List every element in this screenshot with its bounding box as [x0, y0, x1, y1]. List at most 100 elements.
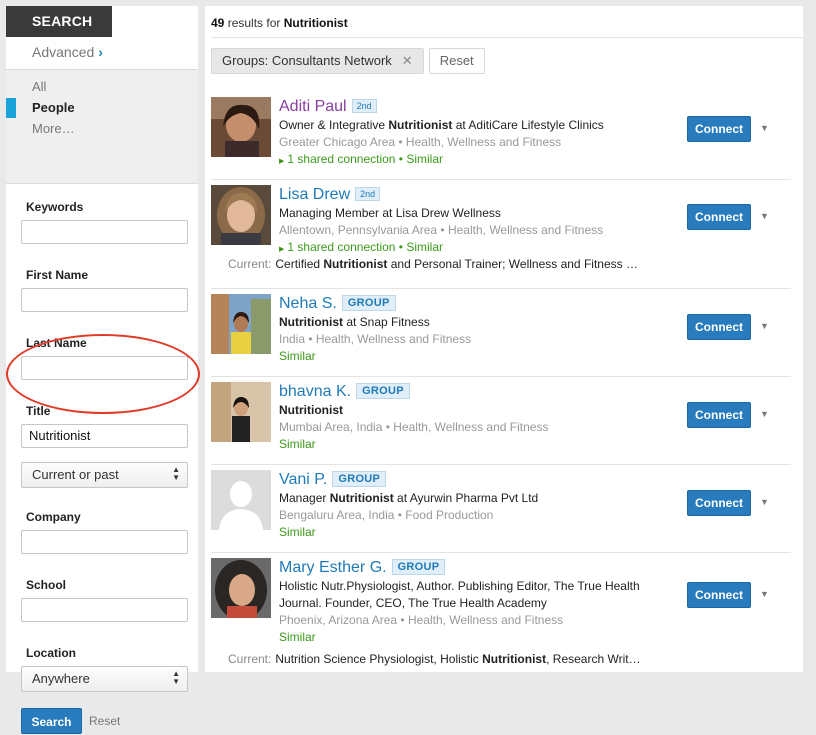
result-info: Vani P. GROUP Manager Nutritionist at Ayu…: [279, 470, 659, 541]
similar-link[interactable]: Similar: [279, 524, 659, 541]
group-badge: GROUP: [391, 559, 446, 575]
location-industry: Phoenix, Arizona Area • Health, Wellness…: [279, 613, 564, 627]
location-industry: Mumbai Area, India • Health, Wellness an…: [279, 420, 549, 434]
similar-link[interactable]: Similar: [279, 348, 659, 365]
location-industry: Greater Chicago Area • Health, Wellness …: [279, 135, 562, 149]
chevron-down-icon[interactable]: ▼: [760, 497, 769, 507]
group-badge: GROUP: [356, 383, 410, 399]
title-highlight-circle: [6, 334, 200, 414]
chevron-down-icon[interactable]: ▼: [760, 123, 769, 133]
headline: Nutritionist: [279, 403, 343, 417]
select-arrows-icon: ▲ ▼: [172, 465, 180, 482]
company-label: Company: [26, 510, 81, 524]
headline-line-2: Journal. Founder, CEO, The True Health A…: [279, 596, 547, 610]
location-label: Location: [26, 646, 76, 660]
chevron-down-icon[interactable]: ▼: [760, 589, 769, 599]
connect-button[interactable]: Connect: [687, 314, 751, 340]
advanced-label: Advanced: [32, 44, 95, 60]
profile-name[interactable]: Mary Esther G.: [279, 559, 387, 576]
degree-badge: 2nd: [351, 99, 377, 113]
result-item: Vani P. GROUP Manager Nutritionist at Ayu…: [211, 470, 791, 553]
category-list: All People More…: [6, 70, 198, 184]
headline: Owner & Integrative Nutritionist at Adit…: [279, 118, 604, 132]
title-scope-value: Current or past: [32, 467, 119, 482]
result-item: Neha S. GROUP Nutritionist at Snap Fitnes…: [211, 294, 791, 377]
active-filters: Groups: Consultants Network ✕ Reset: [211, 48, 485, 74]
profile-photo[interactable]: [211, 185, 271, 245]
result-info: Neha S. GROUP Nutritionist at Snap Fitnes…: [279, 294, 659, 365]
result-item: Aditi Paul 2nd Owner & Integrative Nutrit…: [211, 97, 791, 180]
filter-reset-button[interactable]: Reset: [428, 48, 485, 74]
degree-badge: 2nd: [355, 187, 381, 201]
connect-button[interactable]: Connect: [687, 490, 751, 516]
profile-photo[interactable]: [211, 382, 271, 442]
location-select[interactable]: Anywhere ▲ ▼: [21, 666, 188, 692]
location-value: Anywhere: [32, 671, 90, 686]
result-info: Lisa Drew 2nd Managing Member at Lisa Dre…: [279, 185, 659, 258]
profile-name[interactable]: Vani P.: [279, 471, 327, 488]
headline: Managing Member at Lisa Drew Wellness: [279, 206, 501, 220]
category-all[interactable]: All: [6, 76, 198, 97]
headline-line-1: Holistic Nutr.Physiologist, Author. Publ…: [279, 579, 640, 593]
location-industry: Allentown, Pennsylvania Area • Health, W…: [279, 223, 604, 237]
search-fields: Keywords First Name Last Name Title Nutr…: [6, 184, 198, 734]
profile-photo[interactable]: [211, 97, 271, 157]
connect-button[interactable]: Connect: [687, 204, 751, 230]
profile-name[interactable]: Neha S.: [279, 295, 337, 312]
default-avatar-icon[interactable]: [211, 470, 271, 530]
shared-connections[interactable]: ▶ 1 shared connection • Similar: [279, 151, 659, 170]
connect-button[interactable]: Connect: [687, 582, 751, 608]
title-input[interactable]: Nutritionist: [21, 424, 188, 448]
result-info: Mary Esther G. GROUP Holistic Nutr.Physio…: [279, 558, 659, 646]
company-input[interactable]: [21, 530, 188, 554]
results-panel: 49 results for Nutritionist Groups: Cons…: [205, 6, 803, 672]
current-position: Current: Nutrition Science Physiologist, …: [228, 652, 641, 666]
profile-name[interactable]: Lisa Drew: [279, 186, 350, 203]
headline: Nutritionist at Snap Fitness: [279, 315, 430, 329]
location-industry: India • Health, Wellness and Fitness: [279, 332, 472, 346]
headline: Manager Nutritionist at Ayurwin Pharma P…: [279, 491, 539, 505]
group-badge: GROUP: [332, 471, 387, 487]
reset-link[interactable]: Reset: [89, 714, 120, 728]
advanced-search-link[interactable]: Advanced ›: [6, 37, 198, 70]
search-sidebar: SEARCH Advanced › All People More… Keywor…: [6, 6, 200, 734]
school-label: School: [26, 578, 67, 592]
keywords-input[interactable]: [21, 220, 188, 244]
select-arrows-icon: ▲ ▼: [172, 669, 180, 686]
similar-link[interactable]: Similar: [279, 436, 659, 453]
group-badge: GROUP: [341, 295, 396, 311]
search-header: SEARCH: [6, 6, 112, 37]
category-more[interactable]: More…: [6, 118, 198, 139]
current-position: Current: Certified Nutritionist and Perso…: [228, 257, 638, 271]
chevron-right-icon: ›: [98, 44, 103, 60]
shared-connections[interactable]: ▶ 1 shared connection • Similar: [279, 239, 659, 258]
chevron-down-icon[interactable]: ▼: [760, 409, 769, 419]
divider: [211, 37, 803, 38]
chevron-down-icon[interactable]: ▼: [760, 321, 769, 331]
close-icon[interactable]: ✕: [402, 53, 413, 68]
profile-name[interactable]: Aditi Paul: [279, 98, 347, 115]
title-scope-select[interactable]: Current or past ▲ ▼: [21, 462, 188, 488]
filter-chip-group[interactable]: Groups: Consultants Network ✕: [211, 48, 424, 74]
triangle-right-icon: ▶: [279, 158, 285, 165]
first-name-label: First Name: [26, 268, 89, 282]
profile-photo[interactable]: [211, 558, 271, 618]
location-industry: Bengaluru Area, India • Food Production: [279, 508, 494, 522]
result-count: 49 results for Nutritionist: [211, 16, 348, 30]
school-input[interactable]: [21, 598, 188, 622]
triangle-right-icon: ▶: [279, 246, 285, 253]
first-name-input[interactable]: [21, 288, 188, 312]
result-item: bhavna K. GROUP Nutritionist Mumbai Area,…: [211, 382, 791, 465]
result-item: Mary Esther G. GROUP Holistic Nutr.Physio…: [211, 558, 791, 672]
profile-name[interactable]: bhavna K.: [279, 383, 351, 400]
connect-button[interactable]: Connect: [687, 402, 751, 428]
result-info: Aditi Paul 2nd Owner & Integrative Nutrit…: [279, 97, 659, 170]
similar-link[interactable]: Similar: [279, 629, 659, 646]
connect-button[interactable]: Connect: [687, 116, 751, 142]
search-button[interactable]: Search: [21, 708, 82, 734]
result-item: Lisa Drew 2nd Managing Member at Lisa Dre…: [211, 185, 791, 289]
result-info: bhavna K. GROUP Nutritionist Mumbai Area,…: [279, 382, 659, 453]
profile-photo[interactable]: [211, 294, 271, 354]
chevron-down-icon[interactable]: ▼: [760, 211, 769, 221]
category-people[interactable]: People: [6, 97, 198, 118]
